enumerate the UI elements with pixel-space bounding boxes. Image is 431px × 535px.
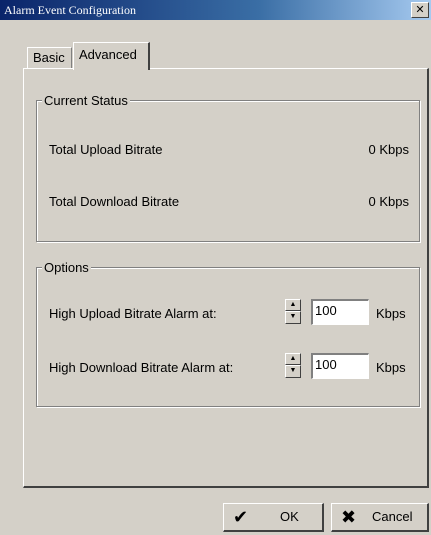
current-status-group	[36, 100, 420, 242]
tab-advanced-label: Advanced	[79, 47, 137, 62]
x-icon: ✖	[341, 507, 357, 527]
total-upload-bitrate-value: 0 Kbps	[368, 142, 409, 157]
close-icon: ✕	[415, 3, 425, 16]
alarm-event-configuration-dialog: Alarm Event Configuration ✕ Basic Advanc…	[0, 0, 431, 535]
cancel-button-label: Cancel	[372, 509, 413, 524]
tab-basic[interactable]: Basic	[27, 47, 72, 68]
options-legend: Options	[42, 260, 91, 275]
close-button[interactable]: ✕	[411, 2, 429, 18]
cancel-button[interactable]: ✖ Cancel	[331, 503, 429, 532]
spin-up-icon[interactable]: ▲	[285, 299, 301, 311]
high-download-alarm-input[interactable]: 100	[311, 353, 369, 379]
high-upload-alarm-input[interactable]: 100	[311, 299, 369, 325]
tab-basic-label: Basic	[33, 50, 65, 65]
total-upload-bitrate-label: Total Upload Bitrate	[49, 142, 163, 157]
spin-down-icon[interactable]: ▼	[285, 311, 301, 324]
high-download-alarm-spinner: ▲ ▼	[285, 353, 301, 378]
high-upload-alarm-unit: Kbps	[376, 306, 406, 321]
current-status-legend: Current Status	[42, 93, 130, 108]
spin-down-icon[interactable]: ▼	[285, 365, 301, 378]
title-bar: Alarm Event Configuration ✕	[0, 0, 431, 20]
high-download-alarm-unit: Kbps	[376, 360, 406, 375]
high-download-alarm-label: High Download Bitrate Alarm at:	[49, 360, 234, 375]
high-upload-alarm-label: High Upload Bitrate Alarm at:	[49, 306, 217, 321]
spin-up-icon[interactable]: ▲	[285, 353, 301, 365]
window-title: Alarm Event Configuration	[4, 3, 136, 17]
high-upload-alarm-spinner: ▲ ▼	[285, 299, 301, 324]
ok-button[interactable]: ✔ OK	[223, 503, 324, 532]
total-download-bitrate-value: 0 Kbps	[368, 194, 409, 209]
ok-button-label: OK	[280, 509, 299, 524]
options-group	[36, 267, 420, 407]
total-download-bitrate-label: Total Download Bitrate	[49, 194, 180, 209]
tab-advanced[interactable]: Advanced	[73, 42, 150, 70]
checkmark-icon: ✔	[233, 507, 249, 527]
